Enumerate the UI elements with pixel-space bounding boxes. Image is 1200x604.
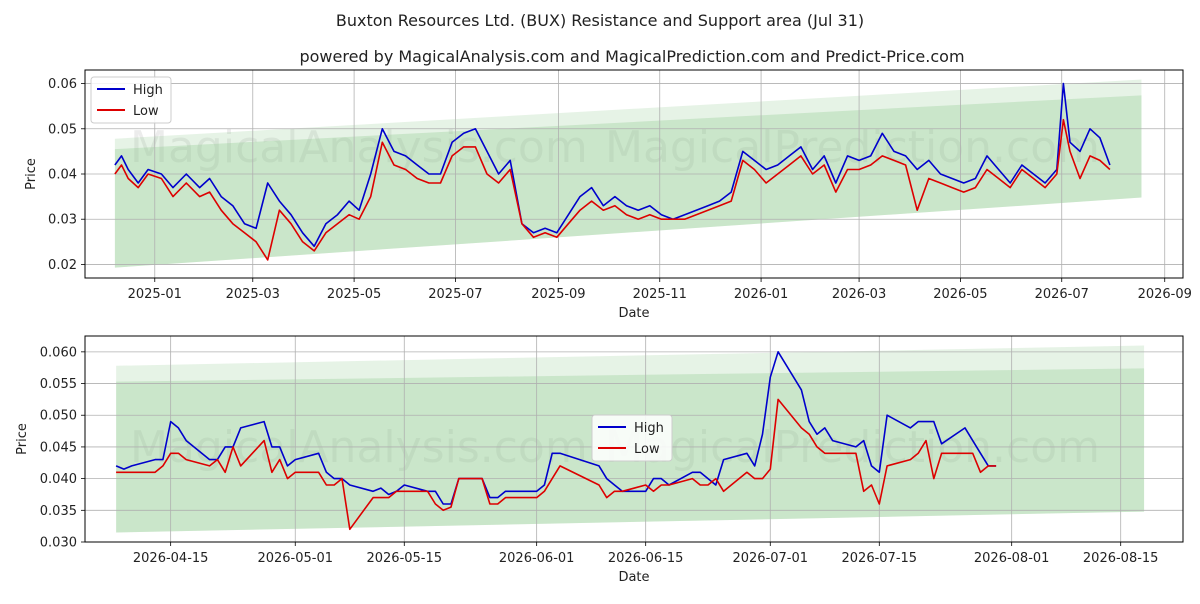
legend-label-low: Low [634, 442, 660, 457]
bottom-panel: MagicalAnalysis.com MagicalPrediction.com… [15, 335, 1184, 585]
x-tick-label: 2026-05-01 [257, 551, 333, 566]
legend-label-low: Low [133, 104, 159, 119]
legend: High Low [591, 414, 673, 462]
x-axis-label: Date [618, 306, 649, 321]
x-tick-label: 2026-05-15 [366, 551, 442, 566]
x-tick-label: 2026-08-15 [1083, 551, 1159, 566]
x-tick-label: 2026-04-15 [133, 551, 209, 566]
x-tick-label: 2026-09 [1138, 287, 1192, 302]
y-tick-label: 0.04 [48, 168, 77, 183]
legend-label-high: High [634, 421, 664, 436]
y-tick-label: 0.06 [48, 77, 77, 92]
x-tick-label: 2026-07-15 [842, 551, 918, 566]
legend-label-high: High [133, 83, 163, 98]
top-panel: MagicalAnalysis.com MagicalPrediction.com… [24, 69, 1192, 321]
y-tick-label: 0.045 [40, 440, 77, 455]
y-axis-label: Price [24, 158, 39, 190]
y-tick-label: 0.030 [40, 536, 77, 551]
x-tick-label: 2025-05 [327, 287, 381, 302]
x-tick-label: 2026-08-01 [974, 551, 1050, 566]
x-tick-label: 2025-09 [531, 287, 585, 302]
y-axis-label: Price [15, 423, 30, 455]
chart-subtitle: powered by MagicalAnalysis.com and Magic… [299, 47, 964, 66]
chart-canvas: Buxton Resources Ltd. (BUX) Resistance a… [15, 11, 1192, 585]
x-tick-label: 2026-03 [832, 287, 886, 302]
y-tick-label: 0.05 [48, 122, 77, 137]
chart-figure: Buxton Resources Ltd. (BUX) Resistance a… [0, 0, 1200, 600]
x-tick-label: 2026-05 [933, 287, 987, 302]
x-tick-label: 2026-06-01 [499, 551, 575, 566]
y-tick-label: 0.050 [40, 409, 77, 424]
y-tick-label: 0.035 [40, 504, 77, 519]
y-tick-label: 0.02 [48, 258, 77, 273]
x-tick-label: 2025-03 [226, 287, 280, 302]
x-tick-label: 2026-07 [1035, 287, 1089, 302]
y-tick-label: 0.03 [48, 213, 77, 228]
y-tick-label: 0.055 [40, 377, 77, 392]
y-tick-label: 0.060 [40, 345, 77, 360]
x-tick-label: 2026-01 [734, 287, 788, 302]
x-tick-label: 2025-07 [428, 287, 482, 302]
chart-title: Buxton Resources Ltd. (BUX) Resistance a… [336, 11, 864, 30]
x-axis-label: Date [618, 570, 649, 585]
x-tick-label: 2025-11 [633, 287, 687, 302]
x-tick-label: 2026-07-01 [732, 551, 808, 566]
x-tick-label: 2026-06-15 [608, 551, 684, 566]
legend: High Low [90, 76, 172, 124]
x-tick-label: 2025-01 [128, 287, 182, 302]
y-tick-label: 0.040 [40, 472, 77, 487]
